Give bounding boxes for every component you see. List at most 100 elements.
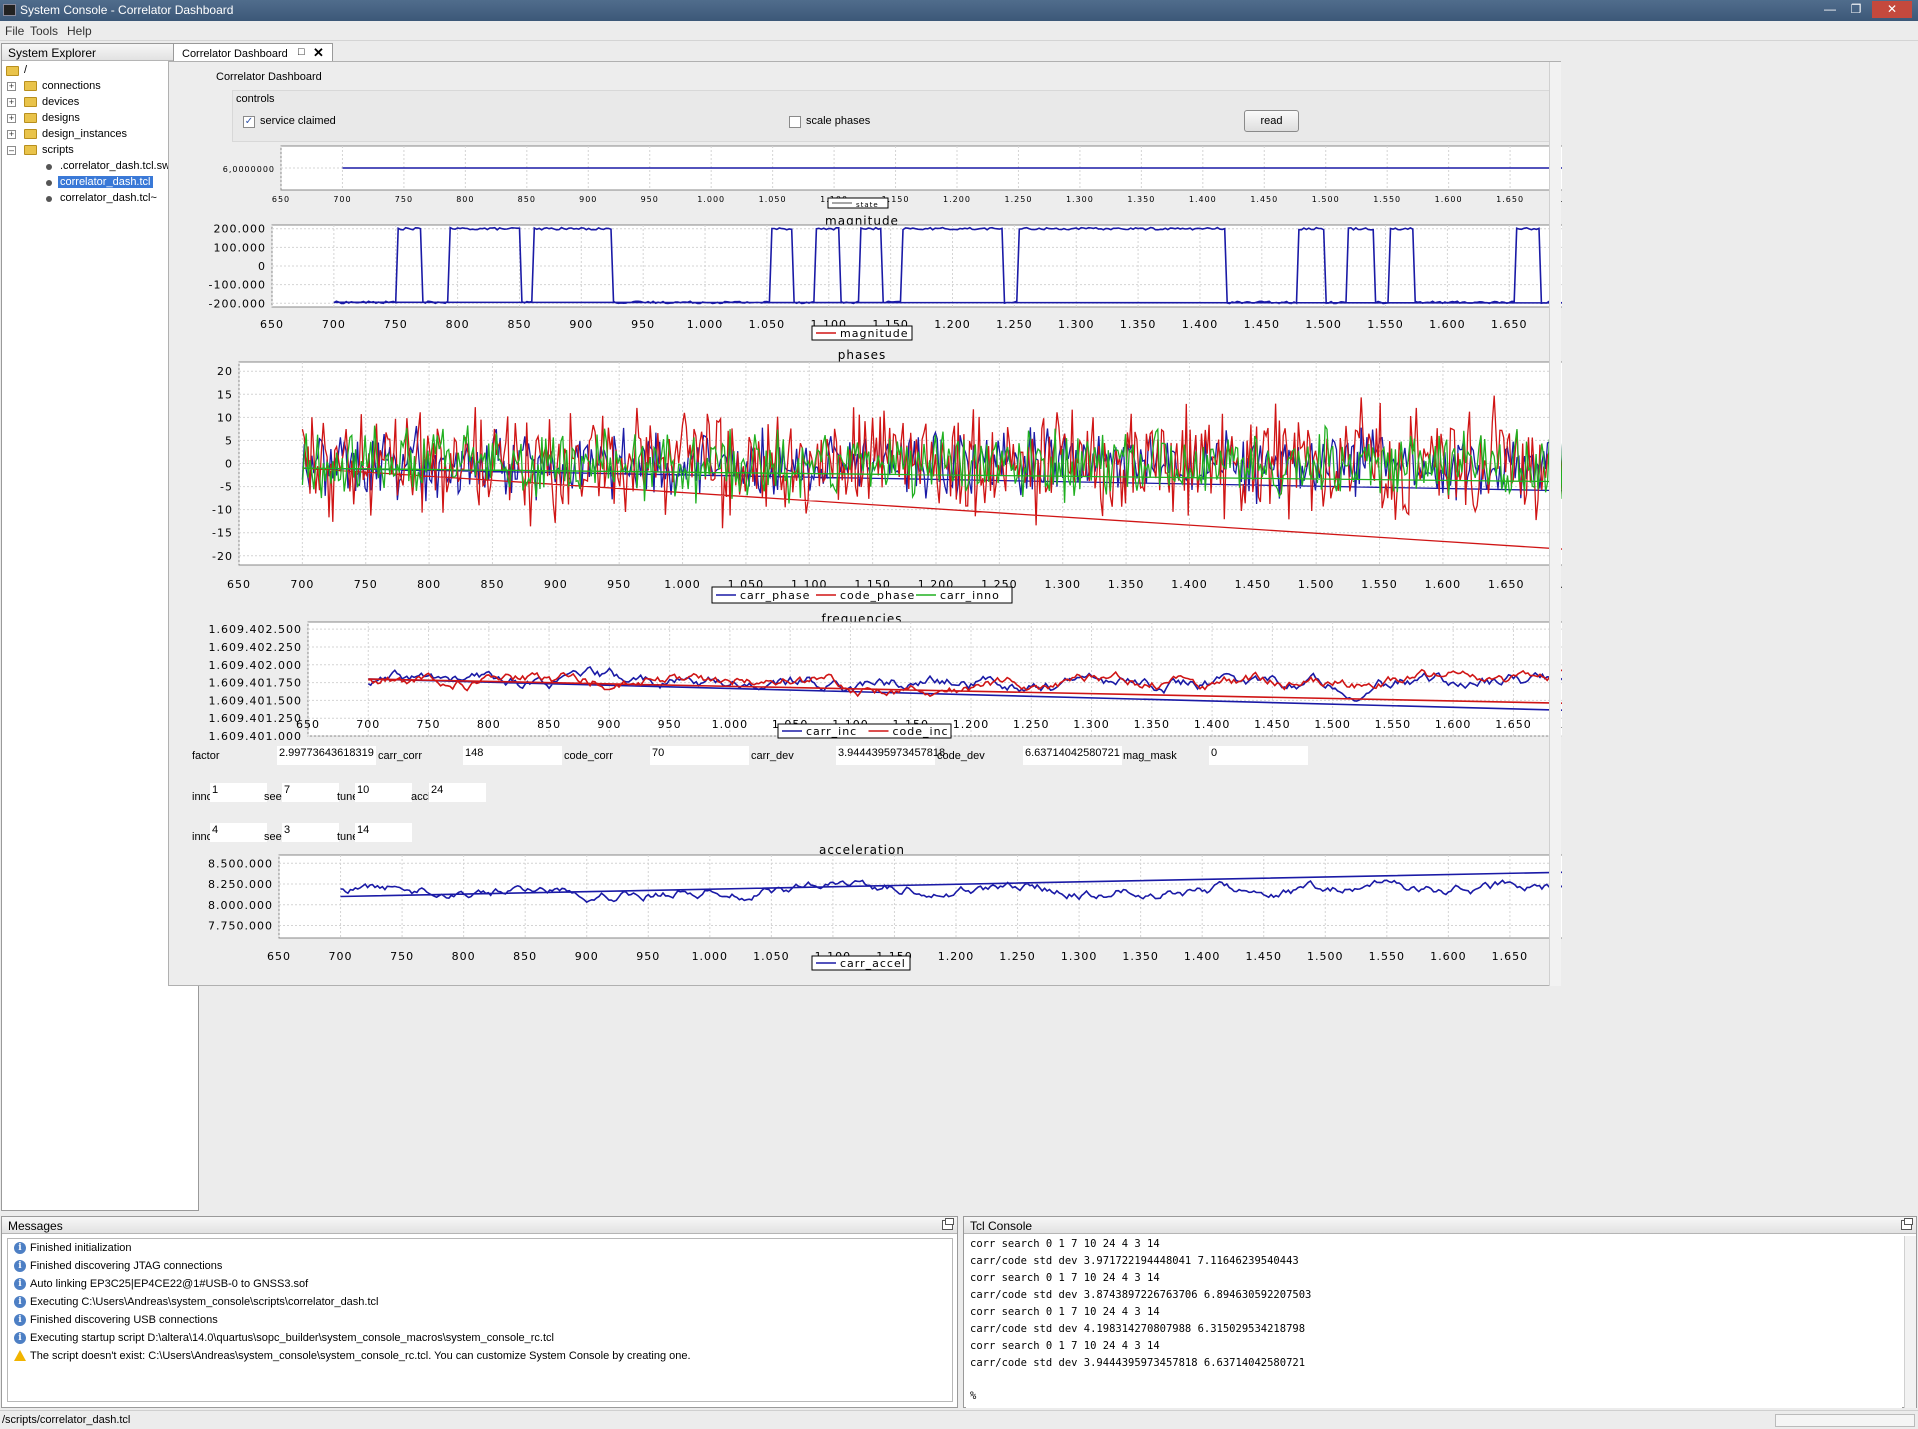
maximize-tab-icon[interactable]: □ (298, 46, 305, 58)
x-tick-label: 1.200 (934, 318, 971, 331)
x-tick-label: 1.550 (1361, 578, 1398, 591)
x-tick-label: 900 (579, 195, 597, 204)
console-line: corr search 0 1 7 10 24 4 3 14 (970, 1340, 1160, 1352)
info-icon: i (14, 1332, 26, 1344)
console-line: carr/code std dev 3.971722194448041 7.11… (970, 1255, 1299, 1267)
field-value-tune[interactable]: 14 (355, 823, 412, 842)
close-icon[interactable]: ✕ (1872, 1, 1912, 18)
x-tick-label: 850 (513, 950, 537, 963)
x-tick-label: 1.500 (1312, 195, 1340, 204)
field-value-tune[interactable]: 10 (355, 783, 412, 802)
collapse-icon[interactable]: – (7, 146, 16, 155)
folder-icon (6, 66, 19, 76)
expand-icon[interactable]: + (7, 114, 16, 123)
x-tick-label: 1.350 (1134, 718, 1171, 731)
folder-icon (24, 113, 37, 123)
tcl-console-output[interactable]: corr search 0 1 7 10 24 4 3 14 carr/code … (966, 1236, 1902, 1408)
message-text: The script doesn't exist: C:\Users\Andre… (30, 1350, 691, 1362)
field-value-carr_dev[interactable]: 3.9444395973457818 (836, 746, 945, 765)
y-tick-label: -10 (212, 504, 233, 517)
y-tick-label: 1.609.402.250 (209, 641, 302, 654)
maximize-icon[interactable] (942, 1218, 954, 1230)
x-tick-label: 850 (518, 195, 536, 204)
field-label-accl: accl (411, 791, 431, 803)
legend-label: carr_accel (840, 957, 906, 970)
app-icon (3, 4, 16, 16)
field-value-inno[interactable]: 4 (210, 823, 267, 842)
field-value-accl[interactable]: 24 (429, 783, 486, 802)
legend-label: magnitude (840, 327, 909, 340)
messages-panel: Messages i Finished initialization i Finish… (1, 1216, 958, 1408)
tab-label: Correlator Dashboard (182, 48, 288, 60)
x-tick-label: 800 (446, 318, 470, 331)
x-tick-label: 850 (537, 718, 561, 731)
field-value-seek[interactable]: 7 (282, 783, 339, 802)
tab-correlator-dashboard[interactable]: Correlator Dashboard □ ✕ (173, 43, 333, 63)
menu-tools[interactable]: Tools (30, 24, 58, 38)
x-tick-label: 1.300 (1058, 318, 1095, 331)
field-value-factor[interactable]: 2.99773643618319 (277, 746, 376, 765)
x-tick-label: 1.500 (1307, 950, 1344, 963)
field-label-carr_dev: carr_dev (751, 750, 794, 762)
field-value-code_dev[interactable]: 6.63714042580721 (1023, 746, 1122, 765)
tcl-console-panel: Tcl Console corr search 0 1 7 10 24 4 3 … (963, 1216, 1917, 1408)
expand-icon[interactable]: + (7, 130, 16, 139)
field-value-inno[interactable]: 1 (210, 783, 267, 802)
console-prompt[interactable]: % (970, 1390, 976, 1402)
chart-title: phases (838, 348, 886, 362)
x-tick-label: 1.650 (1495, 718, 1532, 731)
menu-file[interactable]: File (5, 24, 24, 38)
dashboard-scrollbar[interactable] (1549, 62, 1561, 986)
x-tick-label: 850 (507, 318, 531, 331)
x-tick-label: 1.650 (1488, 578, 1525, 591)
status-path: /scripts/correlator_dash.tcl (2, 1414, 131, 1426)
messages-title: Messages (8, 1219, 63, 1233)
message-text: Finished discovering USB connections (30, 1314, 218, 1326)
folder-icon (24, 129, 37, 139)
file-icon (46, 180, 52, 186)
x-tick-label: 650 (260, 318, 284, 331)
y-tick-label: 0 (225, 458, 233, 471)
y-tick-label: 1.609.401.750 (209, 677, 302, 690)
message-text: Executing startup script D:\altera\14.0\… (30, 1332, 554, 1344)
x-tick-label: 750 (384, 318, 408, 331)
info-icon: i (14, 1260, 26, 1272)
progress-indicator (1775, 1414, 1915, 1427)
message-text: Finished initialization (30, 1242, 132, 1254)
field-label-code_dev: code_dev (937, 750, 985, 762)
x-tick-label: 1.250 (996, 318, 1033, 331)
chart-frequencies: frequencies6507007508008509009501.0001.0… (209, 612, 1562, 743)
menu-help[interactable]: Help (67, 24, 92, 38)
field-label-mag_mask: mag_mask (1123, 750, 1177, 762)
maximize-icon[interactable] (1901, 1218, 1913, 1230)
field-value-mag_mask[interactable]: 0 (1209, 746, 1308, 765)
minimize-icon[interactable]: — (1818, 1, 1842, 18)
x-tick-label: 1.500 (1314, 718, 1351, 731)
close-tab-icon[interactable]: ✕ (313, 45, 324, 61)
expand-icon[interactable]: + (7, 98, 16, 107)
x-tick-label: 1.400 (1171, 578, 1208, 591)
tcl-console-header: Tcl Console (964, 1217, 1916, 1234)
field-value-carr_corr[interactable]: 148 (463, 746, 562, 765)
file-icon (46, 164, 52, 170)
restore-icon[interactable]: ❐ (1844, 1, 1868, 18)
chart-legend: carr_inc code_inc (777, 723, 952, 739)
title-bar: System Console - Correlator Dashboard — … (0, 0, 1918, 21)
expand-icon[interactable]: + (7, 82, 16, 91)
x-tick-label: 1.050 (753, 950, 790, 963)
x-tick-label: 900 (569, 318, 593, 331)
y-tick-label: 1.609.401.500 (209, 694, 302, 707)
x-tick-label: 700 (356, 718, 380, 731)
y-tick-label: 100.000 (214, 241, 267, 254)
y-tick-label: 8.000.000 (208, 899, 273, 912)
x-tick-label: 1.050 (759, 195, 787, 204)
field-value-seek[interactable]: 3 (282, 823, 339, 842)
x-tick-label: 1.600 (1435, 718, 1472, 731)
x-tick-label: 950 (641, 195, 659, 204)
x-tick-label: 1.400 (1184, 950, 1221, 963)
console-scrollbar[interactable] (1904, 1236, 1916, 1408)
x-tick-label: 1.550 (1369, 950, 1406, 963)
field-value-code_corr[interactable]: 70 (650, 746, 749, 765)
x-tick-label: 1.550 (1373, 195, 1401, 204)
x-tick-label: 1.500 (1305, 318, 1342, 331)
